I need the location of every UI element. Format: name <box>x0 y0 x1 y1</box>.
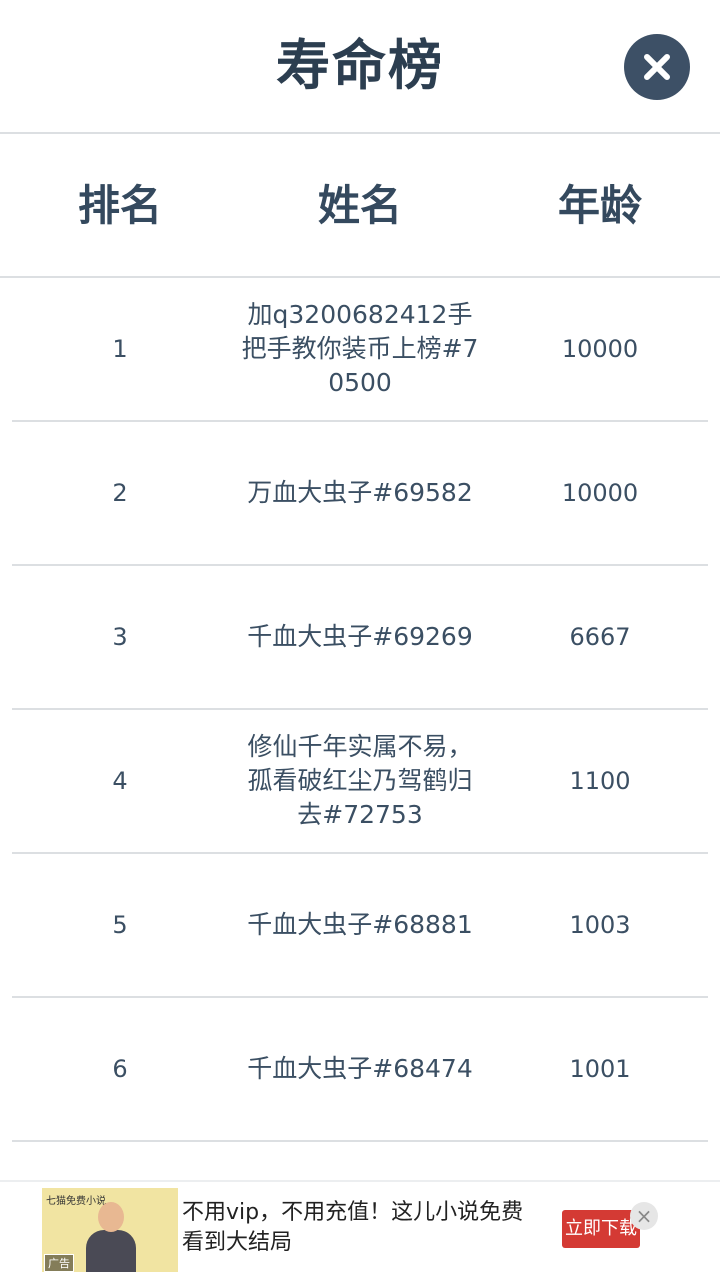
ad-download-button[interactable]: 立即下载 <box>562 1210 640 1248</box>
column-header-age: 年龄 <box>557 181 642 230</box>
table-row: 2 万血大虫子#69582 10000 <box>12 422 708 566</box>
name-cell: 千血大虫子#68881 <box>247 910 473 939</box>
age-cell: 1100 <box>569 767 631 795</box>
name-cell: 修仙千年实属不易，孤看破红尘乃驾鹤归去#72753 <box>247 732 473 829</box>
rank-cell: 4 <box>112 767 128 795</box>
table-row: 1 加q3200682412手把手教你装币上榜#70500 10000 <box>12 278 708 422</box>
name-cell: 加q3200682412手把手教你装币上榜#70500 <box>241 300 479 397</box>
close-icon <box>644 54 670 80</box>
name-cell: 千血大虫子#68474 <box>247 1054 473 1083</box>
column-header-rank: 排名 <box>77 181 162 230</box>
close-button[interactable] <box>624 34 690 100</box>
column-header-name: 姓名 <box>317 181 402 230</box>
table-row: 4 修仙千年实属不易，孤看破红尘乃驾鹤归去#72753 1100 <box>12 710 708 854</box>
table-header: 排名 姓名 年龄 <box>0 134 720 278</box>
age-cell: 10000 <box>561 335 639 363</box>
rank-cell: 1 <box>112 335 128 363</box>
leaderboard-table: 1 加q3200682412手把手教你装币上榜#70500 10000 2 万血… <box>12 278 708 1142</box>
table-row: 5 千血大虫子#68881 1003 <box>12 854 708 998</box>
table-row: 3 千血大虫子#69269 6667 <box>12 566 708 710</box>
header: 寿命榜 <box>0 0 720 134</box>
age-cell: 1003 <box>569 911 631 939</box>
rank-cell: 3 <box>112 623 128 651</box>
rank-cell: 5 <box>112 911 128 939</box>
rank-cell: 2 <box>112 479 128 507</box>
rank-cell: 6 <box>112 1055 128 1083</box>
person-illustration <box>86 1202 136 1272</box>
age-cell: 10000 <box>561 479 639 507</box>
name-cell: 千血大虫子#69269 <box>247 622 473 651</box>
table-row: 6 千血大虫子#68474 1001 <box>12 998 708 1142</box>
page-title: 寿命榜 <box>276 34 444 97</box>
name-cell: 万血大虫子#69582 <box>247 478 473 507</box>
ad-label: 广告 <box>44 1254 74 1272</box>
ad-close-icon[interactable]: × <box>630 1202 658 1230</box>
age-cell: 6667 <box>569 623 631 651</box>
age-cell: 1001 <box>569 1055 631 1083</box>
ad-text: 不用vip，不用充值！这儿小说免费看到大结局 <box>182 1200 524 1255</box>
ad-banner[interactable]: 七猫免费小说 广告 不用vip，不用充值！这儿小说免费看到大结局 立即下载 × <box>0 1180 720 1280</box>
